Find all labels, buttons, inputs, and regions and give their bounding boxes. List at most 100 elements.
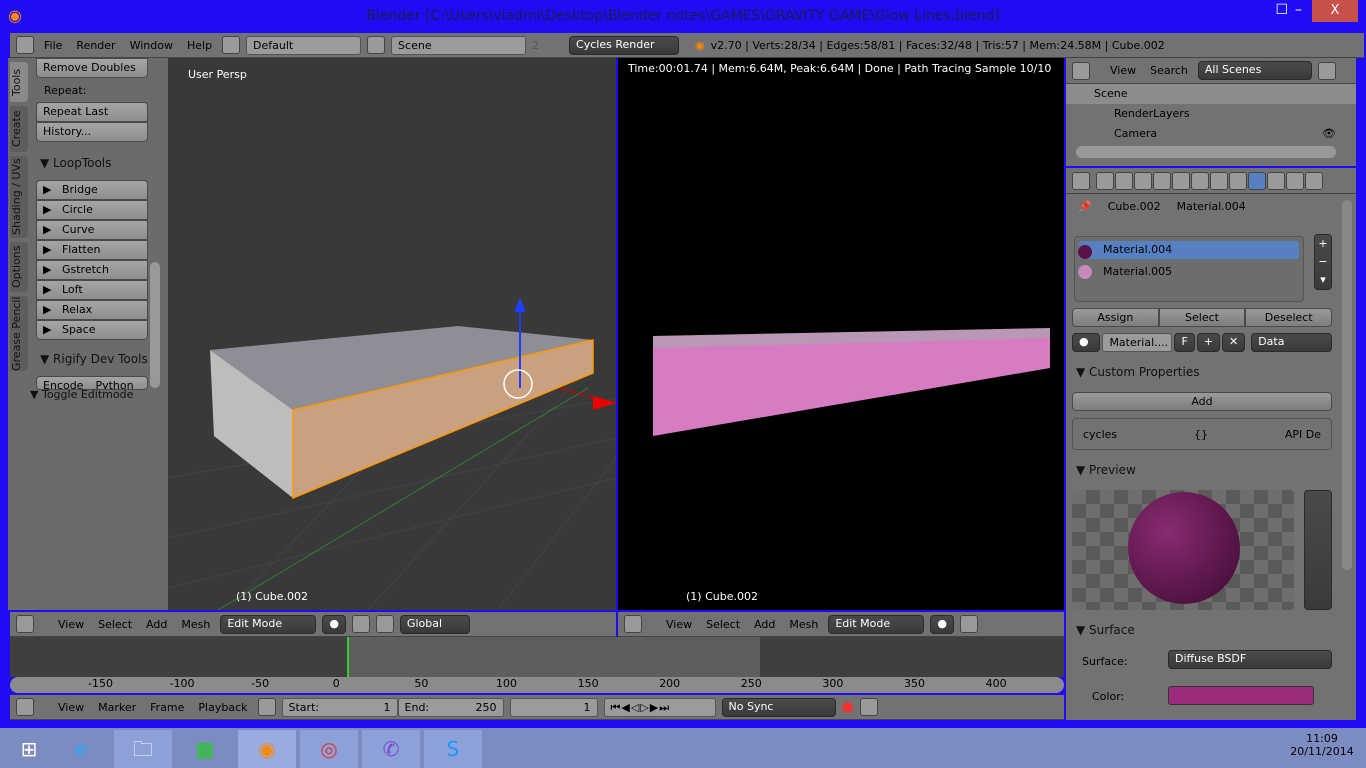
menu-view[interactable]: View xyxy=(662,618,696,631)
looptools-flatten-button[interactable]: ▶ Flatten xyxy=(36,240,148,260)
blender-taskbar-icon[interactable]: ◉ xyxy=(238,730,296,768)
assign-button[interactable]: Assign xyxy=(1072,308,1159,327)
chrome-icon[interactable]: ◎ xyxy=(300,730,358,768)
rigify-header[interactable]: ▼ Rigify Dev Tools xyxy=(40,352,148,366)
select-button[interactable]: Select xyxy=(1158,308,1246,327)
outliner-editor-icon[interactable] xyxy=(1072,61,1090,80)
explorer-icon[interactable]: 🗀 xyxy=(114,730,172,768)
fake-user-button[interactable]: F xyxy=(1174,333,1195,352)
scenes-filter[interactable]: All Scenes xyxy=(1197,61,1312,80)
outliner-item-scene[interactable]: Scene xyxy=(1066,84,1356,104)
sync-select[interactable]: No Sync xyxy=(721,697,836,717)
scene-tab-icon[interactable] xyxy=(1134,171,1152,190)
data-tab-icon[interactable] xyxy=(1229,171,1247,190)
menu-view[interactable]: View xyxy=(1106,64,1140,77)
looptools-curve-button[interactable]: ▶ Curve xyxy=(36,220,148,240)
particles-tab-icon[interactable] xyxy=(1286,171,1304,190)
maximize-button[interactable]: ☐ xyxy=(1275,2,1288,18)
render-tab-icon[interactable] xyxy=(1096,171,1114,190)
menu-search[interactable]: Search xyxy=(1146,64,1192,77)
toggle-editmode-panel[interactable]: ▼ Toggle Editmode xyxy=(30,388,133,401)
world-tab-icon[interactable] xyxy=(1153,171,1171,190)
pin-icon[interactable]: 📌 xyxy=(1078,200,1092,213)
scene-field[interactable]: Scene xyxy=(391,35,527,55)
preview-range-icon[interactable] xyxy=(257,698,276,716)
looptools-circle-button[interactable]: ▶ Circle xyxy=(36,200,148,220)
clock[interactable]: 11:09 20/11/2014 xyxy=(1282,732,1362,758)
timeline-ruler[interactable]: -150 -100 -50 0 50 100 150 200 250 300 350 400 xyxy=(10,677,1064,693)
tool-shelf-scrollbar[interactable] xyxy=(150,262,160,388)
add-property-button[interactable]: Add xyxy=(1072,392,1332,411)
object-tab-icon[interactable] xyxy=(1172,171,1190,190)
material-slot-2[interactable]: Material.005 xyxy=(1079,263,1299,281)
link-select[interactable]: Data xyxy=(1251,333,1332,352)
end-frame-field[interactable]: End: 250 xyxy=(397,697,504,717)
tab-options[interactable]: Options xyxy=(10,242,28,292)
new-material-button[interactable]: + xyxy=(1196,333,1220,352)
material-name-field[interactable]: Material.... xyxy=(1102,333,1173,352)
close-button[interactable]: X xyxy=(1312,0,1358,22)
properties-scrollbar[interactable] xyxy=(1342,200,1352,570)
menu-frame[interactable]: Frame xyxy=(146,701,188,714)
render-engine-select[interactable]: Cycles Render xyxy=(569,35,680,55)
physics-tab-icon[interactable] xyxy=(1305,171,1323,190)
outliner-scrollbar[interactable] xyxy=(1076,146,1336,158)
looptools-relax-button[interactable]: ▶ Relax xyxy=(36,300,148,320)
timeline-area[interactable] xyxy=(10,637,1064,677)
preview-type-buttons[interactable] xyxy=(1304,490,1332,610)
mode-select[interactable]: Edit Mode xyxy=(220,614,317,634)
surface-header[interactable]: ▼ Surface xyxy=(1076,623,1135,637)
scene-icon[interactable] xyxy=(367,36,386,54)
menu-view[interactable]: View xyxy=(54,618,88,631)
menu-marker[interactable]: Marker xyxy=(94,701,140,714)
keying-icon[interactable] xyxy=(859,698,878,716)
slot-buttons[interactable]: + − ▾ xyxy=(1314,234,1332,290)
outliner-item-camera[interactable]: Camera 👁 xyxy=(1066,124,1356,144)
editor-type-icon[interactable] xyxy=(624,615,642,633)
orientation-select[interactable]: Global xyxy=(399,614,470,634)
current-frame-field[interactable]: 1 xyxy=(509,697,598,717)
looptools-header[interactable]: ▼ LoopTools xyxy=(40,156,148,170)
tab-grease-pencil[interactable]: Grease Pencil xyxy=(10,296,28,371)
menu-mesh[interactable]: Mesh xyxy=(785,618,822,631)
start-frame-field[interactable]: Start: 1 xyxy=(281,697,398,717)
tab-shading-uvs[interactable]: Shading / UVs xyxy=(10,156,28,238)
menu-file[interactable]: File xyxy=(40,39,66,52)
remove-doubles-button[interactable]: Remove Doubles xyxy=(36,58,148,78)
unlink-material-button[interactable]: ✕ xyxy=(1221,333,1246,352)
start-button[interactable]: ⊞ xyxy=(0,730,58,768)
material-browse[interactable]: ● xyxy=(1072,333,1101,352)
material-tab-icon[interactable] xyxy=(1248,171,1266,190)
custom-properties-header[interactable]: ▼ Custom Properties xyxy=(1076,365,1199,379)
menu-add[interactable]: Add xyxy=(142,618,171,631)
looptools-bridge-button[interactable]: ▶ Bridge xyxy=(36,180,148,200)
3d-viewport-rendered[interactable]: Time:00:01.74 | Mem:6.64M, Peak:6.64M | … xyxy=(618,58,1064,610)
texture-tab-icon[interactable] xyxy=(1267,171,1285,190)
properties-editor-icon[interactable] xyxy=(1072,171,1090,190)
preview-header[interactable]: ▼ Preview xyxy=(1076,463,1136,477)
menu-add[interactable]: Add xyxy=(750,618,779,631)
mode-select[interactable]: Edit Mode xyxy=(828,614,925,634)
ie-icon[interactable]: e xyxy=(52,730,110,768)
3d-viewport-left[interactable]: User Persp (1) Cube.002 xyxy=(168,58,616,610)
repeat-last-button[interactable]: Repeat Last xyxy=(36,102,148,122)
looptools-gstretch-button[interactable]: ▶ Gstretch xyxy=(36,260,148,280)
search-icon[interactable] xyxy=(1317,61,1336,80)
skype-icon[interactable]: S xyxy=(424,730,482,768)
layout-field[interactable]: Default xyxy=(246,35,362,55)
tab-tools[interactable]: Tools xyxy=(10,62,28,102)
shading-select[interactable]: ● xyxy=(322,614,346,634)
timeline-editor-icon[interactable] xyxy=(16,698,34,716)
manipulator-icon[interactable] xyxy=(375,615,394,633)
looptools-loft-button[interactable]: ▶ Loft xyxy=(36,280,148,300)
playback-controls[interactable]: ⏮◀◁▷▶⏭ xyxy=(603,697,716,717)
menu-select[interactable]: Select xyxy=(94,618,136,631)
deselect-button[interactable]: Deselect xyxy=(1245,308,1333,327)
surface-shader-select[interactable]: Diffuse BSDF xyxy=(1168,650,1332,669)
shading-select[interactable]: ● xyxy=(930,614,954,634)
menu-select[interactable]: Select xyxy=(702,618,744,631)
material-slot-1[interactable]: Material.004 xyxy=(1079,241,1299,259)
screen-layout-icon[interactable] xyxy=(222,36,241,54)
menu-playback[interactable]: Playback xyxy=(194,701,251,714)
menu-window[interactable]: Window xyxy=(126,39,177,52)
